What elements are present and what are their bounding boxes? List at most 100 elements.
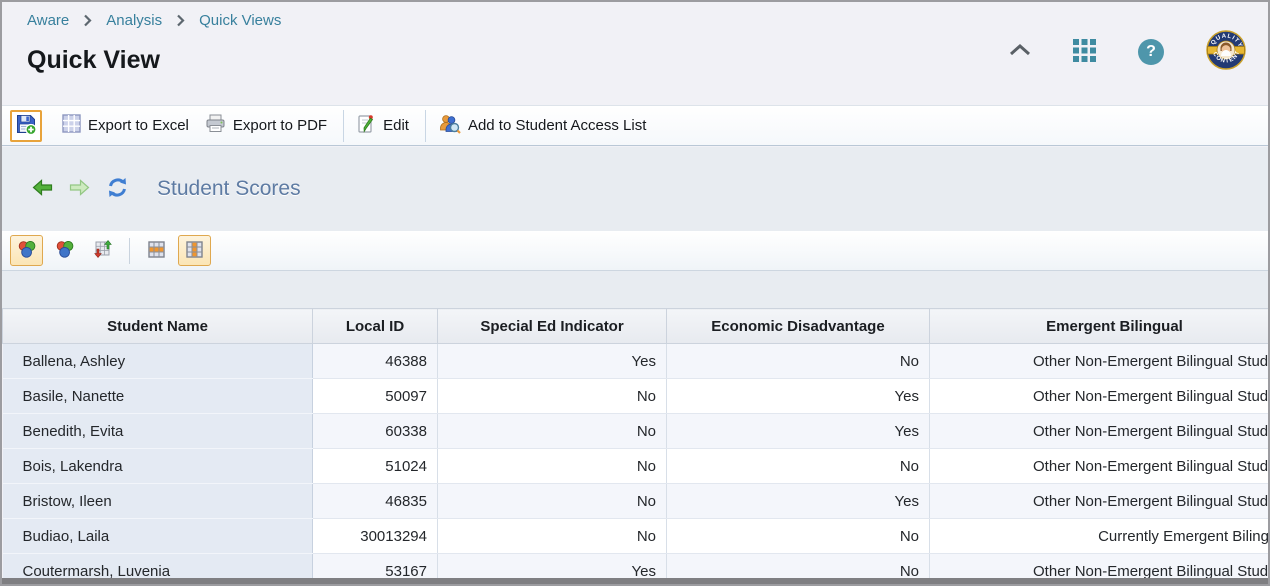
cell-econ: Yes — [667, 484, 930, 519]
quick-view-window: Aware Analysis Quick Views Quick View — [0, 0, 1270, 586]
page-title: Quick View — [27, 46, 160, 75]
cell-emergent: Other Non-Emergent Bilingual Student — [930, 379, 1269, 414]
add-to-student-access-list-label: Add to Student Access List — [468, 117, 646, 134]
cell-special_ed: Yes — [438, 554, 667, 579]
edit-label: Edit — [383, 117, 409, 134]
cell-local_id: 50097 — [313, 379, 438, 414]
export-pdf-label: Export to PDF — [233, 117, 327, 134]
bubbles-icon — [18, 241, 36, 261]
cell-emergent: Other Non-Emergent Bilingual Student — [930, 449, 1269, 484]
cell-special_ed: No — [438, 449, 667, 484]
cell-econ: Yes — [667, 379, 930, 414]
cell-econ: No — [667, 449, 930, 484]
table-row[interactable]: Bristow, Ileen46835NoYesOther Non-Emerge… — [3, 484, 1269, 519]
export-excel-label: Export to Excel — [88, 117, 189, 134]
save-button[interactable] — [10, 110, 42, 142]
cell-econ: No — [667, 554, 930, 579]
column-header-econ[interactable]: Economic Disadvantage — [667, 309, 930, 344]
column-header-special_ed[interactable]: Special Ed Indicator — [438, 309, 667, 344]
table-row[interactable]: Bois, Lakendra51024NoNoOther Non-Emergen… — [3, 449, 1269, 484]
table-viewport: Student NameLocal IDSpecial Ed Indicator… — [2, 308, 1268, 578]
cell-name: Coutermarsh, Luvenia — [3, 554, 313, 579]
cell-local_id: 53167 — [313, 554, 438, 579]
breadcrumb: Aware Analysis Quick Views — [27, 12, 281, 29]
add-student-access-icon — [438, 114, 461, 138]
cell-local_id: 30013294 — [313, 519, 438, 554]
chart-bubbles-button-selected[interactable] — [10, 235, 43, 266]
toolbar-separator — [343, 110, 344, 142]
column-header-name[interactable]: Student Name — [3, 309, 313, 344]
table-row[interactable]: Coutermarsh, Luvenia53167YesNoOther Non-… — [3, 554, 1269, 579]
cell-econ: Yes — [667, 414, 930, 449]
printer-icon — [205, 114, 226, 137]
cell-local_id: 46388 — [313, 344, 438, 379]
cell-local_id: 60338 — [313, 414, 438, 449]
view-title: Student Scores — [157, 177, 301, 201]
cell-name: Basile, Nanette — [3, 379, 313, 414]
cell-name: Benedith, Evita — [3, 414, 313, 449]
cell-emergent: Other Non-Emergent Bilingual Student — [930, 344, 1269, 379]
edit-icon — [356, 114, 376, 138]
back-button[interactable] — [32, 179, 53, 199]
table-top-spacer — [2, 271, 1268, 308]
forward-arrow-icon — [69, 179, 90, 199]
view-header-band: Student Scores — [2, 147, 1268, 231]
toolbar-separator — [425, 110, 426, 142]
highlight-rows-button[interactable] — [140, 235, 173, 266]
edit-button[interactable]: Edit — [350, 110, 419, 142]
apps-grid-icon — [1073, 39, 1096, 65]
column-header-emergent[interactable]: Emergent Bilingual — [930, 309, 1269, 344]
add-to-student-access-list-button[interactable]: Add to Student Access List — [432, 110, 656, 142]
view-icon-toolbar — [2, 231, 1268, 271]
cell-special_ed: No — [438, 484, 667, 519]
help-button[interactable]: ? — [1138, 39, 1164, 65]
cell-econ: No — [667, 344, 930, 379]
table-row[interactable]: Budiao, Laila30013294NoNoCurrently Emerg… — [3, 519, 1269, 554]
highlight-columns-button[interactable] — [178, 235, 211, 266]
cell-name: Ballena, Ashley — [3, 344, 313, 379]
cell-name: Bois, Lakendra — [3, 449, 313, 484]
apps-menu-button[interactable] — [1073, 39, 1096, 65]
sort-grid-icon — [94, 240, 112, 261]
table-row-highlight-icon — [148, 241, 165, 261]
cell-local_id: 46835 — [313, 484, 438, 519]
refresh-icon — [106, 177, 129, 201]
cell-local_id: 51024 — [313, 449, 438, 484]
breadcrumb-analysis[interactable]: Analysis — [106, 12, 162, 29]
header-icons: ? QUALITY — [1009, 30, 1246, 73]
refresh-button[interactable] — [106, 177, 129, 201]
cell-name: Budiao, Laila — [3, 519, 313, 554]
table-row[interactable]: Basile, Nanette50097NoYesOther Non-Emerg… — [3, 379, 1269, 414]
main-toolbar: Export to Excel Export to PDF — [2, 105, 1268, 146]
save-icon — [15, 113, 37, 138]
breadcrumb-quick-views[interactable]: Quick Views — [199, 12, 281, 29]
cell-emergent: Other Non-Emergent Bilingual Student — [930, 414, 1269, 449]
collapse-header-button[interactable] — [1009, 43, 1031, 60]
cell-emergent: Currently Emergent Bilingual — [930, 519, 1269, 554]
cell-special_ed: No — [438, 379, 667, 414]
cell-name: Bristow, Ileen — [3, 484, 313, 519]
excel-grid-icon — [62, 114, 81, 137]
account-avatar[interactable]: QUALITY CONTENT — [1206, 30, 1246, 73]
cell-special_ed: Yes — [438, 344, 667, 379]
export-pdf-button[interactable]: Export to PDF — [199, 110, 337, 141]
column-header-local_id[interactable]: Local ID — [313, 309, 438, 344]
horizontal-scrollbar[interactable] — [2, 578, 1268, 584]
cell-special_ed: No — [438, 519, 667, 554]
cell-emergent: Other Non-Emergent Bilingual Student — [930, 554, 1269, 579]
export-excel-button[interactable]: Export to Excel — [56, 110, 199, 141]
cell-emergent: Other Non-Emergent Bilingual Student — [930, 484, 1269, 519]
chevron-right-icon — [176, 14, 185, 27]
breadcrumb-aware[interactable]: Aware — [27, 12, 69, 29]
table-row[interactable]: Ballena, Ashley46388YesNoOther Non-Emerg… — [3, 344, 1269, 379]
cell-special_ed: No — [438, 414, 667, 449]
table-row[interactable]: Benedith, Evita60338NoYesOther Non-Emerg… — [3, 414, 1269, 449]
chevron-up-icon — [1009, 43, 1031, 60]
sort-grid-button[interactable] — [86, 235, 119, 266]
forward-button[interactable] — [69, 179, 90, 199]
toolbar-separator — [129, 238, 130, 264]
bubbles-icon — [56, 241, 74, 261]
chevron-right-icon — [83, 14, 92, 27]
table-column-highlight-icon — [186, 241, 203, 261]
chart-bubbles-button[interactable] — [48, 235, 81, 266]
